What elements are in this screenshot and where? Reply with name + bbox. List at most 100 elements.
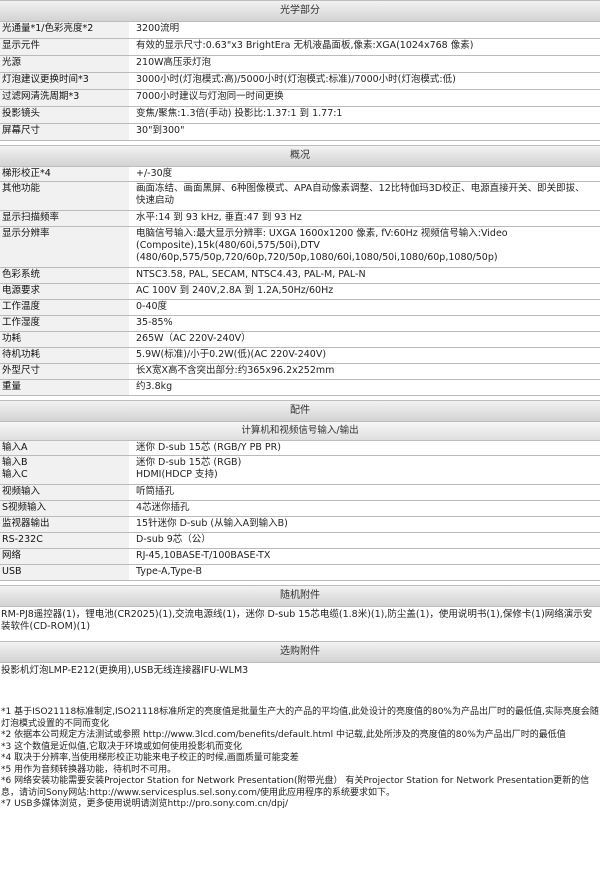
spec-row: 投影镜头 变焦/聚焦:1.3倍(手动) 投影比:1.37:1 到 1.77:1 [0, 107, 600, 124]
spec-value: 210W高压汞灯泡 [136, 57, 212, 68]
spec-value: AC 100V 到 240V,2.8A 到 1.2A,50Hz/60Hz [136, 285, 334, 296]
spec-value: 30"到300" [136, 125, 185, 136]
spec-key: 输入B 输入C [0, 456, 130, 484]
spec-key: 待机功耗 [0, 348, 130, 363]
section-header-accessories: 配件 [0, 400, 600, 422]
general-spec-table: 梯形校正*4 +/-30度 其他功能 画面冻结、画面黑屏、6种图像模式、APA自动像… [0, 167, 600, 396]
section-header-optics: 光学部分 [0, 0, 600, 22]
spec-row: 过滤网清洗周期*3 7000小时建议与灯泡同一时间更换 [0, 90, 600, 107]
spec-value: 4芯迷你插孔 [136, 502, 190, 513]
spec-row: S视频输入 4芯迷你插孔 [0, 501, 600, 517]
spec-key: 重量 [0, 380, 130, 395]
spec-key: 视频输入 [0, 485, 130, 500]
optics-spec-table: 光通量*1/色彩亮度*2 3200流明 显示元件 有效的显示尺寸:0.63"x3 B… [0, 22, 600, 141]
io-subheader: 计算机和视频信号输入/输出 [0, 422, 600, 441]
spec-value: 3200流明 [136, 23, 180, 34]
section-header-optional: 选购附件 [0, 641, 600, 663]
spec-key: 色彩系统 [0, 268, 130, 283]
spec-value: 电脑信号输入:最大显示分辨率: UXGA 1600x1200 像素, fV:60… [136, 228, 508, 263]
spec-value: 5.9W(标准)/小于0.2W(低)(AC 220V-240V) [136, 349, 327, 360]
spec-value: 画面冻结、画面黑屏、6种图像模式、APA自动像素调整、12比特伽玛3D校正、电源… [136, 183, 585, 206]
spec-row: 功耗 265W（AC 220V-240V） [0, 332, 600, 348]
spec-value: NTSC3.58, PAL, SECAM, NTSC4.43, PAL-M, P… [136, 269, 366, 280]
spec-value: 约3.8kg [136, 381, 173, 392]
spec-key: 外型尺寸 [0, 364, 130, 379]
spec-key: 投影镜头 [0, 107, 130, 123]
spec-key: 工作温度 [0, 300, 130, 315]
spec-value: 35-85% [136, 317, 173, 328]
spec-value: 15针迷你 D-sub (从输入A到输入B) [136, 518, 288, 529]
spec-row: 重量 约3.8kg [0, 380, 600, 396]
spec-key: S视频输入 [0, 501, 130, 516]
footnote: *2 依据本公司规定方法测试或参照 http://www.3lcd.com/be… [1, 730, 566, 740]
included-accessories-text: RM-PJ8遥控器(1)，锂电池(CR2025)(1),交流电源线(1)，迷你 … [1, 609, 593, 632]
spec-key: 灯泡建议更换时间*3 [0, 73, 130, 89]
spec-row: 色彩系统 NTSC3.58, PAL, SECAM, NTSC4.43, PAL-… [0, 268, 600, 284]
spec-value: RJ-45,10BASE-T/100BASE-TX [136, 550, 271, 561]
spec-value: 听筒插孔 [136, 486, 175, 497]
spec-value: 0-40度 [136, 301, 168, 312]
spec-key: 监视器输出 [0, 517, 130, 532]
footnote: *4 取决于分辨率,当使用梯形校正功能来电子校正的时候,画面质量可能変差 [1, 753, 299, 763]
spec-value: D-sub 9芯（公） [136, 534, 211, 545]
spec-key: 显示分辨率 [0, 227, 130, 267]
spec-row: 电源要求 AC 100V 到 240V,2.8A 到 1.2A,50Hz/60Hz [0, 284, 600, 300]
spec-key: 光源 [0, 56, 130, 72]
spec-key: RS-232C [0, 533, 130, 548]
spec-key: 显示元件 [0, 39, 130, 55]
spec-row: 显示分辨率 电脑信号输入:最大显示分辨率: UXGA 1600x1200 像素, … [0, 227, 600, 268]
spec-key: 网络 [0, 549, 130, 564]
section-header-included: 随机附件 [0, 585, 600, 607]
spec-key: 梯形校正*4 [0, 167, 130, 181]
section-header-general: 概况 [0, 145, 600, 167]
spec-key: 其他功能 [0, 182, 130, 210]
spec-row: 视频输入 听筒插孔 [0, 485, 600, 501]
spec-value: 有效的显示尺寸:0.63"x3 BrightEra 无机液晶面板,像素:XGA(… [136, 40, 474, 51]
footnote: *7 USB多媒体浏览，更多使用说明请浏览http://pro.sony.com… [1, 799, 289, 809]
spec-key: 工作湿度 [0, 316, 130, 331]
spec-row: 显示元件 有效的显示尺寸:0.63"x3 BrightEra 无机液晶面板,像素:… [0, 39, 600, 56]
spec-row: 显示扫描频率 水平:14 到 93 kHz, 垂直:47 到 93 Hz [0, 211, 600, 227]
spec-row: 光源 210W高压汞灯泡 [0, 56, 600, 73]
spec-row: 梯形校正*4 +/-30度 [0, 167, 600, 182]
spec-key: 过滤网清洗周期*3 [0, 90, 130, 106]
spec-key: 显示扫描频率 [0, 211, 130, 226]
spec-key: 光通量*1/色彩亮度*2 [0, 22, 130, 38]
spec-value: 迷你 D-sub 15芯 (RGB/Y PB PR) [136, 442, 281, 453]
spec-row: 工作湿度 35-85% [0, 316, 600, 332]
spec-value: 迷你 D-sub 15芯 (RGB) HDMI(HDCP 支持) [136, 457, 242, 480]
footnote: *6 网络安装功能需要安装Projector Station for Netwo… [1, 776, 590, 798]
footnote: *1 基于ISO21118标准制定,ISO21118标准所定的亮度值是批量生产大… [1, 707, 599, 729]
spec-row: 输入A 迷你 D-sub 15芯 (RGB/Y PB PR) [0, 441, 600, 456]
spec-row: 其他功能 画面冻结、画面黑屏、6种图像模式、APA自动像素调整、12比特伽玛3D校… [0, 182, 600, 211]
spec-value: 长X宽X高不含突出部分:约365x96.2x252mm [136, 365, 335, 376]
spec-value: Type-A,Type-B [136, 566, 202, 577]
spec-value: 变焦/聚焦:1.3倍(手动) 投影比:1.37:1 到 1.77:1 [136, 108, 343, 119]
spec-key: 功耗 [0, 332, 130, 347]
spec-row: 屏幕尺寸 30"到300" [0, 124, 600, 141]
optional-accessories-text: 投影机灯泡LMP-E212(更换用),USB无线连接器IFU-WLM3 [1, 665, 249, 676]
spec-row: RS-232C D-sub 9芯（公） [0, 533, 600, 549]
spec-value: 水平:14 到 93 kHz, 垂直:47 到 93 Hz [136, 212, 302, 223]
spec-key: USB [0, 565, 130, 580]
footnotes: *1 基于ISO21118标准制定,ISO21118标准所定的亮度值是批量生产大… [0, 707, 600, 811]
spec-key: 输入A [0, 441, 130, 455]
spec-row: 灯泡建议更换时间*3 3000小时(灯泡模式:高)/5000小时(灯泡模式:标准)… [0, 73, 600, 90]
spec-key: 电源要求 [0, 284, 130, 299]
spec-value: 7000小时建议与灯泡同一时间更换 [136, 91, 284, 102]
spec-value: +/-30度 [136, 168, 173, 179]
spec-row: 光通量*1/色彩亮度*2 3200流明 [0, 22, 600, 39]
spec-row: 待机功耗 5.9W(标准)/小于0.2W(低)(AC 220V-240V) [0, 348, 600, 364]
spec-row: 输入B 输入C 迷你 D-sub 15芯 (RGB) HDMI(HDCP 支持) [0, 456, 600, 485]
spec-value: 3000小时(灯泡模式:高)/5000小时(灯泡模式:标准)/7000小时(灯泡… [136, 74, 456, 85]
spec-value: 265W（AC 220V-240V） [136, 333, 251, 344]
spec-row: 工作温度 0-40度 [0, 300, 600, 316]
spec-row: 外型尺寸 长X宽X高不含突出部分:约365x96.2x252mm [0, 364, 600, 380]
footnote: *5 用作为音频转换器功能，待机时不可用。 [1, 764, 177, 775]
spec-row: 监视器输出 15针迷你 D-sub (从输入A到输入B) [0, 517, 600, 533]
io-spec-table: 输入A 迷你 D-sub 15芯 (RGB/Y PB PR) 输入B 输入C 迷你 … [0, 441, 600, 581]
spec-row: USB Type-A,Type-B [0, 565, 600, 581]
footnote: *3 这个数值是近似值,它取决于环境或如何使用投影机而变化 [1, 741, 242, 752]
spec-key: 屏幕尺寸 [0, 124, 130, 140]
spec-row: 网络 RJ-45,10BASE-T/100BASE-TX [0, 549, 600, 565]
